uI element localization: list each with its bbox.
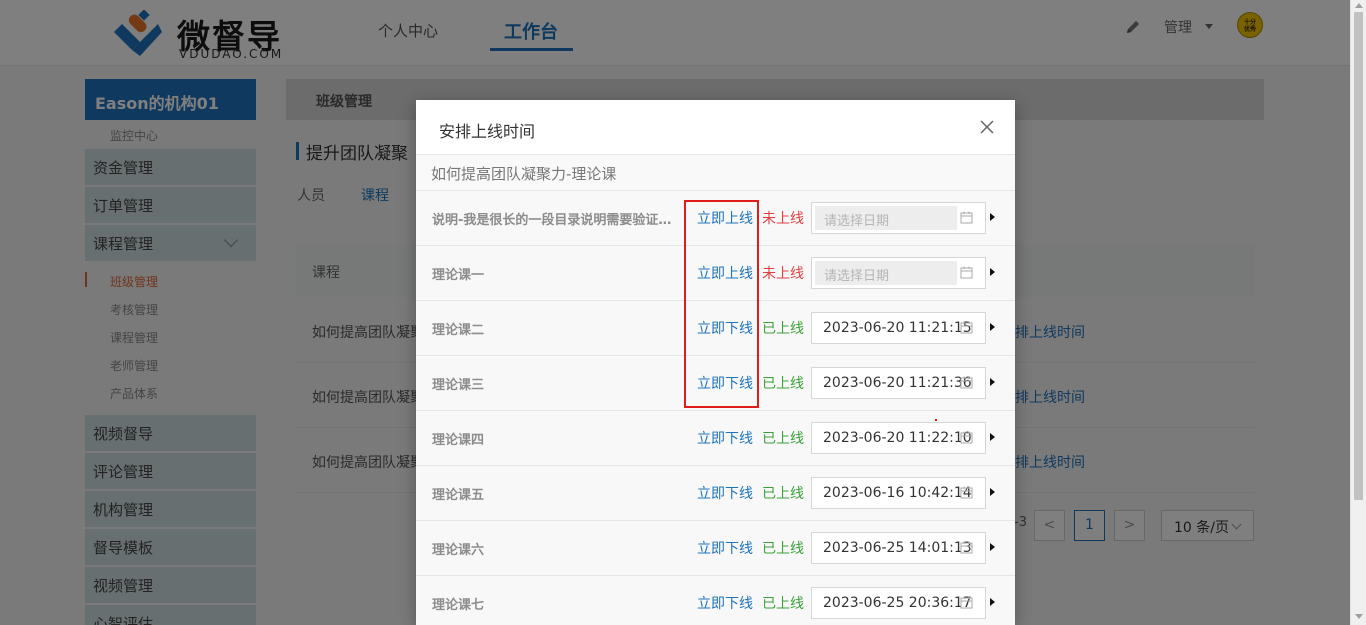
play-arrow-icon[interactable] xyxy=(990,213,995,221)
lesson-row: 理论课七 立即下线 已上线 2023-06-25 20:36:17 xyxy=(416,576,1015,625)
modal-subtitle-bar: 如何提高团队凝聚力-理论课 xyxy=(416,155,1015,191)
status-badge: 已上线 xyxy=(762,596,804,612)
date-picker[interactable]: 请选择日期 xyxy=(811,202,986,234)
scrollbar-thumb[interactable] xyxy=(1354,12,1363,500)
take-offline-button[interactable]: 立即下线 xyxy=(697,483,753,503)
date-picker[interactable]: 2023-06-25 14:01:13 xyxy=(811,532,986,564)
date-value-field[interactable]: 2023-06-25 20:36:17 xyxy=(815,591,972,615)
status-badge: 已上线 xyxy=(762,376,804,392)
date-picker[interactable]: 2023-06-20 11:21:15 xyxy=(811,312,986,344)
date-value-field[interactable]: 2023-06-20 11:21:36 xyxy=(815,371,972,395)
date-value: 2023-06-20 11:21:36 xyxy=(823,375,972,391)
lesson-name: 理论课一 xyxy=(432,268,485,283)
status-badge: 未上线 xyxy=(762,211,804,227)
page-scrollbar[interactable] xyxy=(1350,0,1366,625)
calendar-icon[interactable] xyxy=(960,321,973,334)
play-arrow-icon[interactable] xyxy=(990,323,995,331)
date-value: 2023-06-20 11:22:10 xyxy=(823,430,972,446)
date-value-field[interactable]: 2023-06-25 14:01:13 xyxy=(815,536,972,560)
lesson-name: 理论课六 xyxy=(432,543,485,558)
date-value-field[interactable]: 2023-06-20 11:21:15 xyxy=(815,316,972,340)
lesson-row: 理论课六 立即下线 已上线 2023-06-25 14:01:13 xyxy=(416,521,1015,576)
calendar-icon[interactable] xyxy=(960,431,973,444)
modal-subtitle: 如何提高团队凝聚力-理论课 xyxy=(431,165,617,183)
date-placeholder: 请选择日期 xyxy=(824,269,890,284)
date-picker[interactable]: 2023-06-25 20:36:17 xyxy=(811,587,986,619)
date-value-field[interactable]: 2023-06-16 10:42:14 xyxy=(815,481,972,505)
take-offline-button[interactable]: 立即下线 xyxy=(697,593,753,613)
date-empty-field[interactable]: 请选择日期 xyxy=(815,261,957,285)
lesson-name: 理论课三 xyxy=(432,378,485,393)
date-picker[interactable]: 请选择日期 xyxy=(811,257,986,289)
calendar-icon[interactable] xyxy=(960,541,973,554)
status-badge: 未上线 xyxy=(762,266,804,282)
calendar-icon[interactable] xyxy=(960,596,973,609)
status-badge: 已上线 xyxy=(762,541,804,557)
play-arrow-icon[interactable] xyxy=(990,378,995,386)
take-offline-button[interactable]: 立即下线 xyxy=(697,538,753,558)
play-arrow-icon[interactable] xyxy=(990,543,995,551)
date-value: 2023-06-25 20:36:17 xyxy=(823,595,972,611)
calendar-icon[interactable] xyxy=(960,376,973,389)
play-arrow-icon[interactable] xyxy=(990,488,995,496)
scroll-down-arrow-icon[interactable] xyxy=(1355,614,1363,619)
play-arrow-icon[interactable] xyxy=(990,598,995,606)
date-picker[interactable]: 2023-06-20 11:21:36 xyxy=(811,367,986,399)
close-icon[interactable] xyxy=(978,118,996,136)
date-value: 2023-06-20 11:21:15 xyxy=(823,320,972,336)
date-empty-field[interactable]: 请选择日期 xyxy=(815,206,957,230)
lesson-name: 理论课二 xyxy=(432,323,485,338)
status-badge: 已上线 xyxy=(762,321,804,337)
play-arrow-icon[interactable] xyxy=(990,268,995,276)
lesson-row: 理论课四 立即下线 已上线 2023-06-20 11:22:10 xyxy=(416,411,1015,466)
calendar-icon[interactable] xyxy=(960,211,973,224)
status-badge: 已上线 xyxy=(762,486,804,502)
date-picker[interactable]: 2023-06-16 10:42:14 xyxy=(811,477,986,509)
lesson-name: 理论课七 xyxy=(432,598,485,613)
lesson-name: 理论课四 xyxy=(432,433,485,448)
modal-title: 安排上线时间 xyxy=(439,122,536,141)
highlight-annotation xyxy=(684,200,759,408)
calendar-icon[interactable] xyxy=(960,266,973,279)
calendar-icon[interactable] xyxy=(960,486,973,499)
annotation-dot xyxy=(935,419,937,421)
lesson-name: 理论课五 xyxy=(432,488,485,503)
date-picker[interactable]: 2023-06-20 11:22:10 xyxy=(811,422,986,454)
date-placeholder: 请选择日期 xyxy=(824,214,890,229)
date-value: 2023-06-16 10:42:14 xyxy=(823,485,972,501)
scroll-up-arrow-icon[interactable] xyxy=(1355,3,1363,8)
date-value: 2023-06-25 14:01:13 xyxy=(823,540,972,556)
lesson-name: 说明-我是很长的一段目录说明需要验证显示效果 xyxy=(432,213,677,228)
take-offline-button[interactable]: 立即下线 xyxy=(697,428,753,448)
date-value-field[interactable]: 2023-06-20 11:22:10 xyxy=(815,426,972,450)
status-badge: 已上线 xyxy=(762,431,804,447)
lesson-row: 理论课五 立即下线 已上线 2023-06-16 10:42:14 xyxy=(416,466,1015,521)
play-arrow-icon[interactable] xyxy=(990,433,995,441)
